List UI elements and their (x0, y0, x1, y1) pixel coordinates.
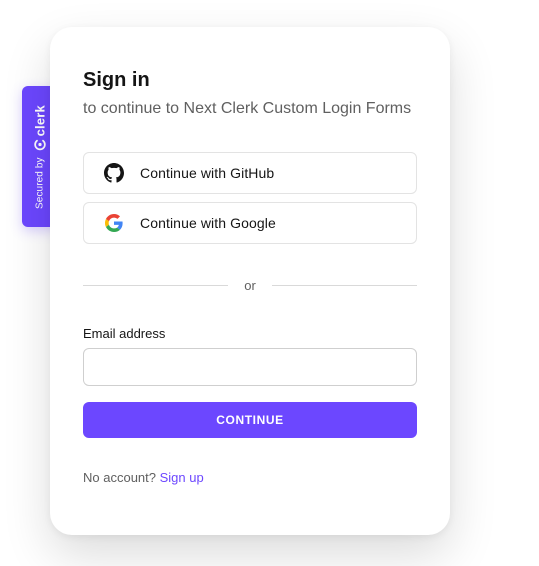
sign-in-card: Sign in to continue to Next Clerk Custom… (50, 27, 450, 535)
divider-text: or (244, 277, 256, 293)
no-account-text: No account? (83, 470, 156, 485)
divider-line-left (83, 284, 229, 286)
email-input[interactable] (83, 348, 417, 386)
continue-with-google-button[interactable]: Continue with Google (83, 202, 417, 244)
continue-button[interactable]: CONTINUE (83, 402, 417, 438)
clerk-wordmark: clerk (32, 104, 48, 136)
github-button-label: Continue with GitHub (140, 165, 275, 181)
google-icon (104, 213, 124, 233)
secured-by-content: Secured by clerk (33, 105, 48, 209)
clerk-logo: clerk (33, 105, 48, 151)
divider-line-right (271, 284, 417, 286)
continue-with-github-button[interactable]: Continue with GitHub (83, 152, 417, 194)
secured-by-text: Secured by (34, 156, 46, 209)
page: Secured by clerk Sign in to continue to … (0, 0, 539, 566)
clerk-logo-icon (34, 139, 46, 151)
sign-up-prompt: No account? Sign up (83, 470, 204, 485)
or-divider: or (83, 275, 417, 295)
sign-up-link[interactable]: Sign up (160, 470, 204, 485)
google-button-label: Continue with Google (140, 215, 276, 231)
sign-in-title: Sign in (83, 69, 150, 91)
sign-in-subtitle: to continue to Next Clerk Custom Login F… (83, 100, 412, 117)
email-label: Email address (83, 326, 166, 341)
github-icon (104, 163, 124, 183)
